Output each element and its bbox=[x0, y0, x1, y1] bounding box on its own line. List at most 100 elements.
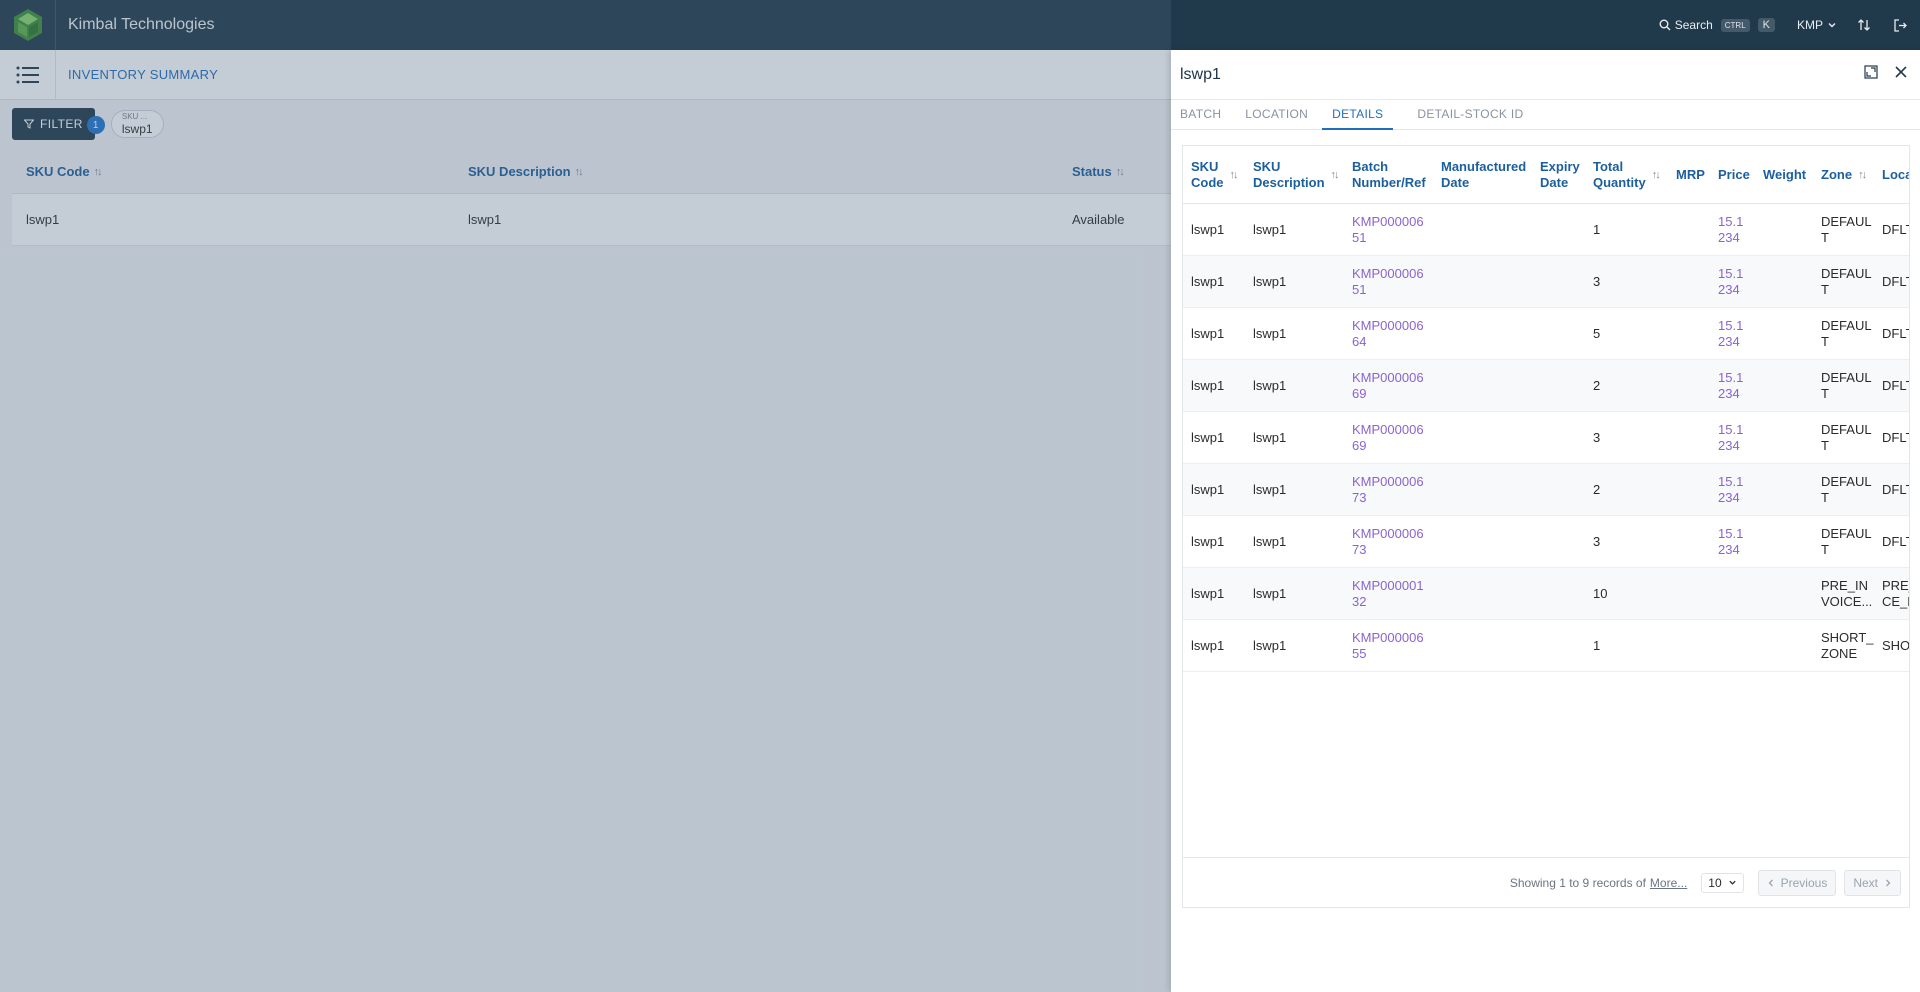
cell-location: DFLT bbox=[1882, 273, 1909, 289]
sort-icon: ↑↓ bbox=[1229, 168, 1239, 181]
sort-icon: ↑↓ bbox=[1651, 168, 1661, 181]
global-search[interactable]: Search CTRL K bbox=[1659, 18, 1775, 32]
next-page-button[interactable]: Next bbox=[1844, 869, 1901, 896]
cell-batch-number[interactable]: KMP000006 73 bbox=[1344, 474, 1433, 506]
logout-icon bbox=[1894, 18, 1907, 32]
cell-batch-number[interactable]: KMP000001 32 bbox=[1344, 578, 1433, 610]
cell-price[interactable]: 15.1 234 bbox=[1710, 214, 1755, 246]
cell-sku-code: lswp1 bbox=[1191, 429, 1225, 445]
tab-details[interactable]: DETAILS bbox=[1322, 100, 1394, 130]
table-row[interactable]: lswp1 lswp1 KMP000006 69 3 15.1 234 DEFAUL T D… bbox=[1183, 412, 1909, 464]
cell-zone: DEFAUL T bbox=[1821, 421, 1872, 453]
chevron-right-icon bbox=[1886, 879, 1891, 886]
cell-batch-number[interactable]: KMP000006 55 bbox=[1344, 630, 1433, 662]
user-menu[interactable]: KMP bbox=[1797, 18, 1837, 32]
cell-batch-number[interactable]: KMP000006 73 bbox=[1344, 526, 1433, 558]
header-label: SKU Description bbox=[1253, 158, 1325, 190]
cell-price[interactable]: 15.1 234 bbox=[1710, 422, 1755, 454]
column-header-total-quantity[interactable]: Total Quantity ↑↓ bbox=[1585, 146, 1668, 203]
cell-total-quantity: 2 bbox=[1593, 481, 1601, 497]
cell-price[interactable]: 15.1 234 bbox=[1710, 318, 1755, 350]
header-label: Zone bbox=[1821, 166, 1853, 182]
next-label: Next bbox=[1853, 875, 1878, 890]
user-name: KMP bbox=[1796, 18, 1823, 32]
cell-sku-code: lswp1 bbox=[1191, 637, 1225, 653]
column-header-batch-number[interactable]: Batch Number/Ref bbox=[1344, 146, 1433, 203]
column-header-manufactured-date[interactable]: Manufactured Date bbox=[1433, 146, 1532, 203]
header-label: Weight bbox=[1763, 166, 1807, 182]
details-panel: lswp1 BATCH LOCATION DETAILS DETAIL-STOC… bbox=[1171, 50, 1920, 992]
table-row[interactable]: lswp1 lswp1 KMP000006 51 3 15.1 234 DEFAUL T D… bbox=[1183, 256, 1909, 308]
column-header-weight[interactable]: Weight bbox=[1755, 146, 1813, 203]
cell-batch-number[interactable]: KMP000006 69 bbox=[1344, 422, 1433, 454]
cell-price[interactable]: 15.1 234 bbox=[1710, 526, 1755, 558]
cell-location: DFLT bbox=[1882, 429, 1909, 445]
column-header-expiry-date[interactable]: Expiry Date bbox=[1532, 146, 1585, 203]
panel-header: lswp1 bbox=[1171, 50, 1920, 100]
sort-arrows-icon bbox=[1858, 19, 1870, 31]
cell-batch-number[interactable]: KMP000006 51 bbox=[1344, 214, 1433, 246]
header-label: Manufactured Date bbox=[1441, 158, 1527, 190]
sort-toggle-button[interactable] bbox=[1857, 18, 1871, 32]
cell-sku-code: lswp1 bbox=[1191, 585, 1225, 601]
cell-price[interactable]: 15.1 234 bbox=[1710, 474, 1755, 506]
panel-title: lswp1 bbox=[1180, 65, 1221, 83]
table-row[interactable]: lswp1 lswp1 KMP000006 64 5 15.1 234 DEFAUL T D… bbox=[1183, 308, 1909, 360]
page-size-select[interactable]: 10 bbox=[1701, 872, 1744, 893]
cell-total-quantity: 1 bbox=[1593, 221, 1601, 237]
table-row[interactable]: lswp1 lswp1 KMP000001 32 10 PRE_IN VOICE... P… bbox=[1183, 568, 1909, 620]
pagination: Showing 1 to 9 records of More... 10 Pre… bbox=[1183, 857, 1909, 907]
table-row[interactable]: lswp1 lswp1 KMP000006 51 1 15.1 234 DEFAUL T D… bbox=[1183, 204, 1909, 256]
table-row[interactable]: lswp1 lswp1 KMP000006 55 1 SHORT_ ZONE SHO bbox=[1183, 620, 1909, 672]
column-header-zone[interactable]: Zone ↑↓ bbox=[1813, 146, 1874, 203]
search-label: Search bbox=[1674, 18, 1713, 32]
column-header-sku-description[interactable]: SKU Description ↑↓ bbox=[1245, 146, 1344, 203]
previous-page-button[interactable]: Previous bbox=[1757, 869, 1837, 896]
previous-label: Previous bbox=[1780, 875, 1828, 890]
cell-total-quantity: 5 bbox=[1593, 325, 1601, 341]
logout-button[interactable] bbox=[1893, 18, 1908, 33]
kbd-ctrl: CTRL bbox=[1720, 18, 1750, 32]
table-row[interactable]: lswp1 lswp1 KMP000006 73 3 15.1 234 DEFAUL T D… bbox=[1183, 516, 1909, 568]
tab-location[interactable]: LOCATION bbox=[1245, 100, 1308, 130]
more-link[interactable]: More... bbox=[1650, 876, 1687, 890]
column-header-mrp[interactable]: MRP bbox=[1668, 146, 1710, 203]
cell-location: SHO bbox=[1882, 637, 1910, 653]
column-header-sku-code[interactable]: SKU Code ↑↓ bbox=[1183, 146, 1245, 203]
cell-price[interactable]: 15.1 234 bbox=[1710, 266, 1755, 298]
cell-zone: DEFAUL T bbox=[1821, 473, 1872, 505]
column-header-price[interactable]: Price bbox=[1710, 146, 1755, 203]
table-row[interactable]: lswp1 lswp1 KMP000006 69 2 15.1 234 DEFAUL T D… bbox=[1183, 360, 1909, 412]
cell-location: PRE_ CE_D bbox=[1882, 577, 1909, 609]
cell-batch-number[interactable]: KMP000006 51 bbox=[1344, 266, 1433, 298]
cell-price[interactable]: 15.1 234 bbox=[1710, 370, 1755, 402]
cell-sku-description: lswp1 bbox=[1253, 429, 1287, 445]
modal-backdrop[interactable] bbox=[0, 0, 1171, 992]
table-row[interactable]: lswp1 lswp1 KMP000006 73 2 15.1 234 DEFAUL T D… bbox=[1183, 464, 1909, 516]
cell-location: DFLT bbox=[1882, 377, 1909, 393]
panel-tabs: BATCH LOCATION DETAILS DETAIL-STOCK ID bbox=[1171, 100, 1920, 130]
column-header-location[interactable]: Loca bbox=[1874, 146, 1909, 203]
cell-sku-description: lswp1 bbox=[1253, 637, 1287, 653]
search-icon bbox=[1659, 19, 1671, 31]
expand-icon bbox=[1864, 65, 1878, 79]
cell-total-quantity: 3 bbox=[1593, 533, 1601, 549]
cell-total-quantity: 3 bbox=[1593, 273, 1601, 289]
cell-batch-number[interactable]: KMP000006 69 bbox=[1344, 370, 1433, 402]
details-table: SKU Code ↑↓ SKU Description ↑↓ Batch Number/… bbox=[1182, 145, 1910, 908]
cell-sku-code: lswp1 bbox=[1191, 481, 1225, 497]
expand-button[interactable] bbox=[1864, 65, 1878, 82]
tab-detail-stock-id[interactable]: DETAIL-STOCK ID bbox=[1417, 100, 1523, 130]
close-button[interactable] bbox=[1894, 65, 1908, 82]
tab-batch[interactable]: BATCH bbox=[1180, 100, 1221, 130]
cell-sku-code: lswp1 bbox=[1191, 273, 1225, 289]
header-label: Batch Number/Ref bbox=[1352, 158, 1426, 190]
cell-zone: DEFAUL T bbox=[1821, 213, 1872, 245]
header-label: Expiry Date bbox=[1540, 158, 1580, 190]
cell-batch-number[interactable]: KMP000006 64 bbox=[1344, 318, 1433, 350]
cell-zone: PRE_IN VOICE... bbox=[1821, 577, 1873, 609]
cell-total-quantity: 2 bbox=[1593, 377, 1601, 393]
cell-location: DFLT bbox=[1882, 533, 1909, 549]
cell-sku-code: lswp1 bbox=[1191, 533, 1225, 549]
cell-zone: DEFAUL T bbox=[1821, 525, 1872, 557]
